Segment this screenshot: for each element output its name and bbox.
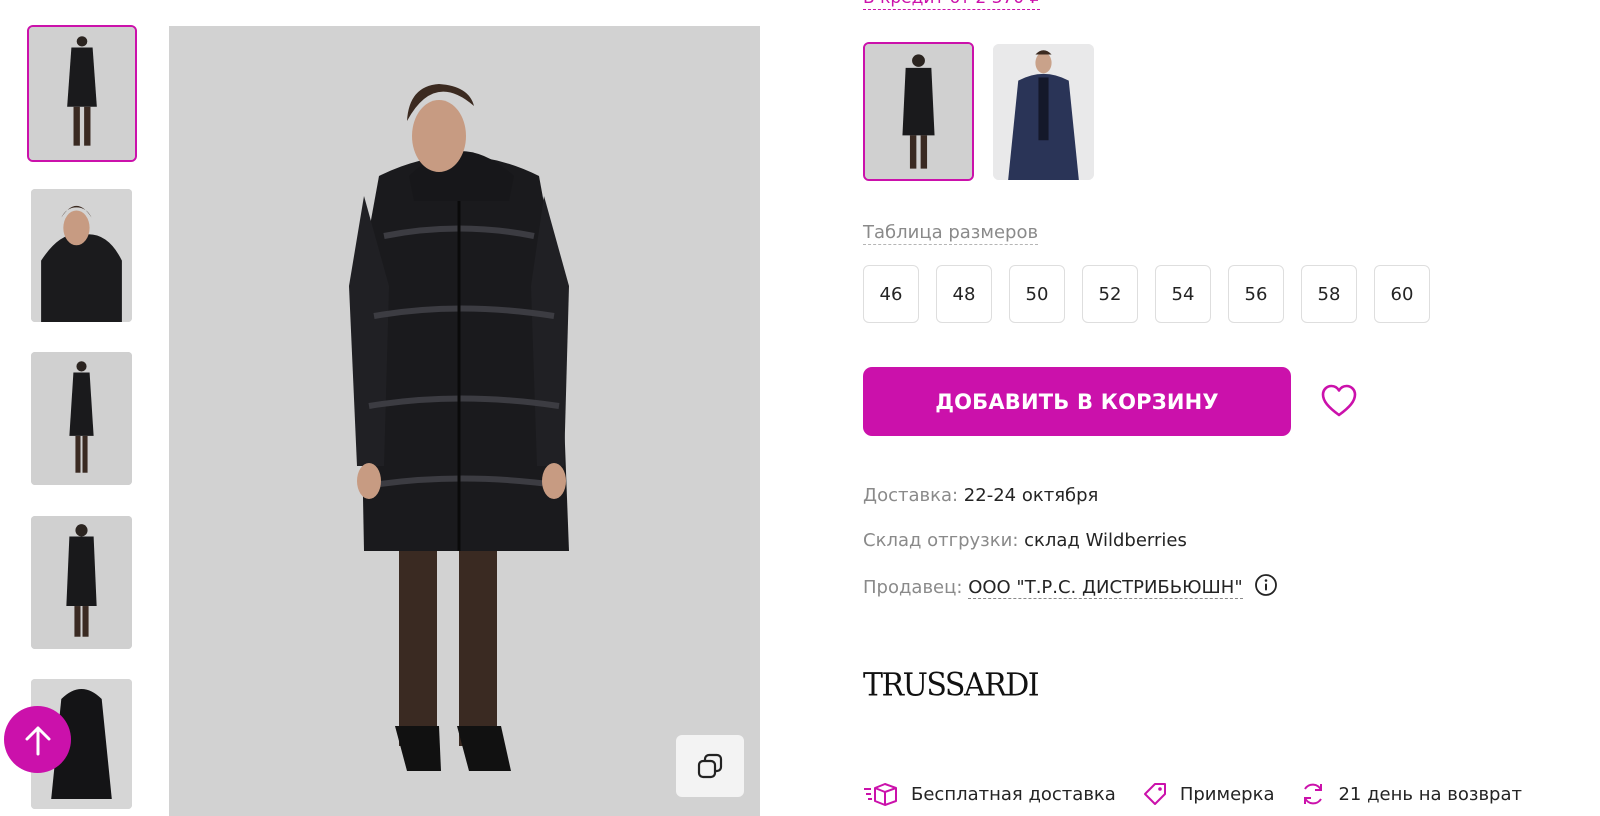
perk-returns-label: 21 день на возврат [1338,783,1522,805]
brand-logo[interactable]: TRUSSARDI [863,667,1040,704]
seller-label: Продавец: [863,577,963,598]
color-option-black[interactable] [863,42,974,181]
warehouse-info: Склад отгрузки: склад Wildberries [863,529,1187,553]
copy-icon[interactable] [676,735,744,797]
delivery-info: Доставка: 22-24 октября [863,484,1098,508]
size-selector: 46 48 50 52 54 56 58 60 [863,265,1430,323]
size-option-60[interactable]: 60 [1374,265,1430,323]
size-option-48[interactable]: 48 [936,265,992,323]
favorite-heart-icon[interactable] [1320,383,1358,419]
seller-link[interactable]: ООО "Т.Р.С. ДИСТРИБЬЮШН" [968,577,1243,599]
size-option-54[interactable]: 54 [1155,265,1211,323]
delivery-value: 22-24 октября [963,485,1099,506]
size-option-58[interactable]: 58 [1301,265,1357,323]
tag-icon [1143,783,1166,805]
gallery-thumbnail-1[interactable] [27,25,137,162]
perks-row: Бесплатная доставка Примерка 21 день на … [863,781,1548,807]
main-product-photo[interactable] [169,26,760,816]
gallery-thumbnail-2[interactable] [31,189,132,322]
add-to-cart-button[interactable]: ДОБАВИТЬ В КОРЗИНУ [863,367,1291,436]
size-option-52[interactable]: 52 [1082,265,1138,323]
seller-info: Продавец: ООО "Т.Р.С. ДИСТРИБЬЮШН" [863,573,1278,600]
warehouse-label: Склад отгрузки: [863,530,1019,551]
size-option-50[interactable]: 50 [1009,265,1065,323]
credit-offer-link[interactable]: В кредит от 2 370 ₽ [863,0,1041,10]
perk-free-delivery-label: Бесплатная доставка [911,783,1116,805]
info-icon[interactable] [1254,573,1278,597]
warehouse-value: склад Wildberries [1024,530,1187,551]
scroll-to-top-button[interactable] [4,706,71,773]
delivery-box-icon [864,783,897,806]
size-option-46[interactable]: 46 [863,265,919,323]
color-option-navy[interactable] [993,44,1094,180]
delivery-label: Доставка: [863,485,959,506]
perk-fitting-label: Примерка [1179,783,1275,805]
gallery-thumbnail-3[interactable] [31,352,132,485]
perk-returns: 21 день на возврат [1300,781,1522,807]
size-table-link[interactable]: Таблица размеров [863,222,1039,245]
arrow-up-icon [25,726,50,755]
gallery-thumbnail-4[interactable] [31,516,132,649]
size-option-56[interactable]: 56 [1228,265,1284,323]
perk-free-delivery: Бесплатная доставка [863,781,1116,807]
perk-fitting: Примерка [1142,782,1275,806]
refresh-icon [1304,783,1323,805]
